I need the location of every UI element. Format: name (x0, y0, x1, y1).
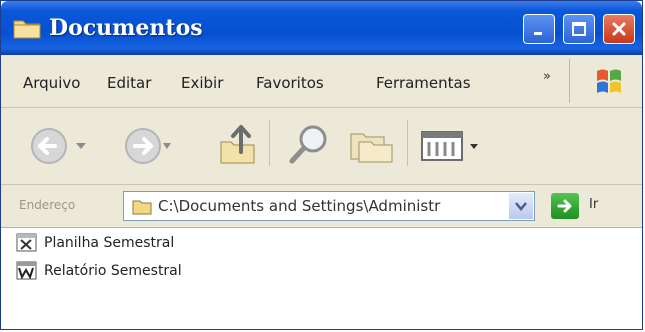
up-folder-icon (220, 125, 255, 164)
window-title: Documentos (49, 15, 203, 41)
address-path[interactable]: C:\Documents and Settings\Administr (158, 197, 503, 215)
menu-ferramentas[interactable]: Ferramentas (376, 74, 471, 92)
folders-button[interactable] (345, 124, 397, 166)
search-button[interactable] (285, 122, 333, 168)
go-label[interactable]: Ir (589, 197, 598, 212)
menu-overflow-chevron[interactable]: » (543, 69, 551, 84)
back-button[interactable] (29, 126, 95, 166)
forward-icon (125, 128, 171, 164)
close-button[interactable] (603, 14, 635, 44)
menu-favoritos[interactable]: Favoritos (256, 74, 324, 92)
maximize-icon (572, 22, 586, 36)
minimize-button[interactable] (523, 14, 555, 44)
go-button[interactable] (551, 193, 579, 219)
menu-arquivo[interactable]: Arquivo (23, 74, 80, 92)
toolbar (1, 108, 642, 185)
folders-icon (350, 133, 393, 163)
folder-icon (13, 17, 41, 43)
menu-editar[interactable]: Editar (107, 74, 151, 92)
word-file-icon (16, 261, 37, 280)
menu-bar: Arquivo Editar Exibir Favoritos Ferramen… (1, 55, 642, 108)
excel-file-icon (16, 233, 37, 252)
up-folder-button[interactable] (217, 122, 261, 168)
folder-icon (132, 199, 152, 219)
address-bar: Endereço C:\Documents and Settings\Admin… (1, 185, 642, 228)
address-dropdown-button[interactable] (509, 193, 533, 219)
list-item[interactable]: Planilha Semestral (16, 232, 174, 254)
go-arrow-icon (557, 199, 572, 213)
address-label: Endereço (19, 198, 76, 212)
menu-divider (569, 59, 570, 103)
back-icon (31, 128, 86, 164)
minimize-icon (534, 32, 542, 35)
search-icon (289, 125, 327, 164)
explorer-window: Documentos Arquivo Editar Exibir Favorit… (0, 0, 643, 330)
title-bar[interactable]: Documentos (1, 1, 642, 55)
toolbar-divider (269, 120, 270, 166)
list-item[interactable]: Relatório Semestral (16, 260, 182, 282)
file-name: Planilha Semestral (44, 235, 175, 251)
toolbar-divider (407, 120, 408, 166)
close-icon (612, 22, 626, 36)
menu-exibir[interactable]: Exibir (181, 74, 223, 92)
file-list: Planilha Semestral Relatório Semestral (1, 228, 642, 329)
windows-logo-icon (594, 65, 624, 101)
views-button[interactable] (419, 128, 483, 164)
file-name: Relatório Semestral (44, 263, 182, 279)
views-icon (421, 131, 478, 161)
maximize-button[interactable] (563, 14, 595, 44)
forward-button[interactable] (123, 126, 175, 166)
chevron-down-icon (515, 202, 527, 211)
address-field[interactable]: C:\Documents and Settings\Administr (123, 191, 535, 221)
